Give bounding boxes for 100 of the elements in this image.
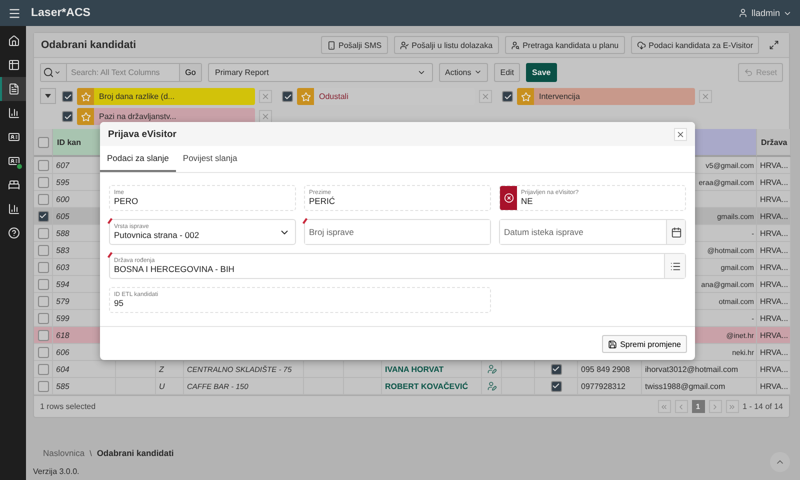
breadcrumb-current: Odabrani kandidati (96, 448, 174, 458)
user-icon (738, 8, 748, 18)
checkbox[interactable] (550, 380, 562, 392)
field-value: PERIĆ (309, 196, 336, 206)
checkbox[interactable] (62, 91, 73, 102)
table-cell: HRVA... (757, 361, 791, 378)
user-search-icon (510, 40, 520, 50)
checkbox[interactable] (502, 91, 513, 102)
field-value: 95 (114, 298, 124, 308)
close-button[interactable] (674, 128, 687, 140)
checkbox[interactable] (38, 136, 48, 148)
checkbox[interactable] (550, 364, 562, 374)
input-field[interactable]: Broj isprave (304, 219, 491, 245)
checkbox[interactable] (38, 262, 48, 272)
table-cell: HRVA... (757, 174, 791, 191)
list-button[interactable] (664, 254, 685, 278)
table-cell: twiss1988@gmail.com (642, 378, 757, 395)
report-select[interactable]: Primary Report (208, 62, 433, 82)
phone-icon (326, 40, 336, 50)
filter-chip[interactable]: Intervencija (517, 88, 695, 105)
home-icon (8, 35, 20, 47)
save-button[interactable]: Save (526, 62, 557, 82)
checkbox[interactable] (38, 278, 48, 290)
close-icon (261, 92, 270, 101)
remove-button[interactable] (479, 90, 492, 103)
close-icon (701, 92, 710, 101)
breadcrumb-link[interactable]: Naslovnica (43, 448, 85, 458)
field-value: Putovnica strana - 002 (114, 230, 200, 240)
search-field[interactable]: Search: All Text Columns Go (40, 62, 202, 82)
table-cell: HRVA... (757, 327, 791, 344)
go-button[interactable]: Go (179, 64, 201, 80)
table-cell: ROBERT KOVAČEVIĆ (382, 378, 482, 395)
user-menu[interactable]: lladmin (738, 8, 792, 18)
cloud-icon (636, 40, 646, 50)
document-icon (8, 83, 20, 95)
close-icon (481, 92, 490, 101)
table-cell: IVANA HORVAT (382, 361, 482, 378)
checkbox[interactable] (38, 244, 48, 256)
table-cell: U (156, 378, 184, 395)
toolbar-button[interactable]: Podaci kandidata za E-Visitor (630, 36, 759, 54)
filter-chip[interactable]: Broj dana razlike (d... (77, 88, 255, 105)
checkbox[interactable] (38, 296, 48, 306)
checkbox[interactable] (38, 330, 48, 340)
remove-button[interactable] (699, 90, 712, 103)
toolbar-button[interactable]: Pošalji u listu dolazaka (394, 36, 499, 54)
selection-count: 1 rows selected (40, 402, 96, 411)
table-cell: 0977928312 (578, 378, 642, 395)
last-page-icon (728, 402, 736, 410)
checkbox[interactable] (38, 210, 48, 222)
menu-icon[interactable] (8, 6, 21, 20)
checkbox[interactable] (62, 111, 73, 122)
tab[interactable]: Povijest slanja (176, 146, 244, 172)
undo-icon (744, 68, 754, 76)
chevron-icon (474, 68, 482, 76)
remove-button[interactable] (259, 110, 272, 123)
column-header[interactable]: Država (757, 129, 791, 157)
checkbox[interactable] (282, 91, 293, 102)
search-column-select[interactable] (41, 64, 67, 80)
table-cell: 585 (53, 378, 116, 395)
checkbox[interactable] (38, 346, 48, 358)
table-cell: HRVA... (757, 208, 791, 225)
toolbar-button[interactable]: Pretraga kandidata u planu (504, 36, 625, 54)
date-field[interactable]: Datum isteka isprave (499, 219, 686, 245)
table-cell: HRVA... (757, 378, 791, 395)
triangle-icon (45, 94, 51, 98)
app-title: Laser*ACS (31, 7, 92, 19)
checkbox[interactable] (38, 312, 48, 324)
checkbox[interactable] (38, 364, 48, 374)
help-icon (8, 227, 20, 239)
field-value: PERO (114, 196, 140, 206)
edit-button[interactable]: Edit (494, 62, 520, 82)
search-icon (43, 66, 54, 78)
checkbox[interactable] (38, 228, 48, 238)
save-icon (608, 340, 618, 348)
save-changes-button[interactable]: Spremi promjene (602, 335, 687, 353)
remove-button[interactable] (259, 90, 272, 103)
user-check-icon (400, 40, 409, 50)
table-cell: HRVA... (757, 225, 791, 242)
table-cell: HRVA... (757, 242, 791, 259)
id-card-icon (8, 155, 20, 167)
close-icon (261, 112, 270, 121)
toolbar-button[interactable]: Pošalji SMS (320, 36, 388, 54)
checkbox[interactable] (38, 176, 48, 188)
calendar-button[interactable] (666, 220, 685, 244)
checkbox[interactable] (38, 380, 48, 392)
first-page-icon (660, 402, 668, 410)
table-cell: HRVA... (757, 191, 791, 208)
edit-user-icon[interactable] (486, 381, 496, 391)
collapse-toggle[interactable] (40, 88, 56, 104)
edit-user-icon[interactable] (486, 364, 496, 374)
close-icon (676, 130, 685, 138)
actions-button[interactable]: Actions (439, 62, 488, 82)
sidebar-item[interactable] (0, 77, 26, 101)
checkbox[interactable] (38, 160, 48, 170)
tab[interactable]: Podaci za slanje (100, 146, 176, 172)
id-card-icon (8, 131, 20, 143)
table-cell: HRVA... (757, 344, 791, 361)
field-value: NE (521, 196, 534, 206)
table-cell: ihorvat3012@hotmail.com (642, 361, 757, 378)
checkbox[interactable] (38, 194, 48, 204)
